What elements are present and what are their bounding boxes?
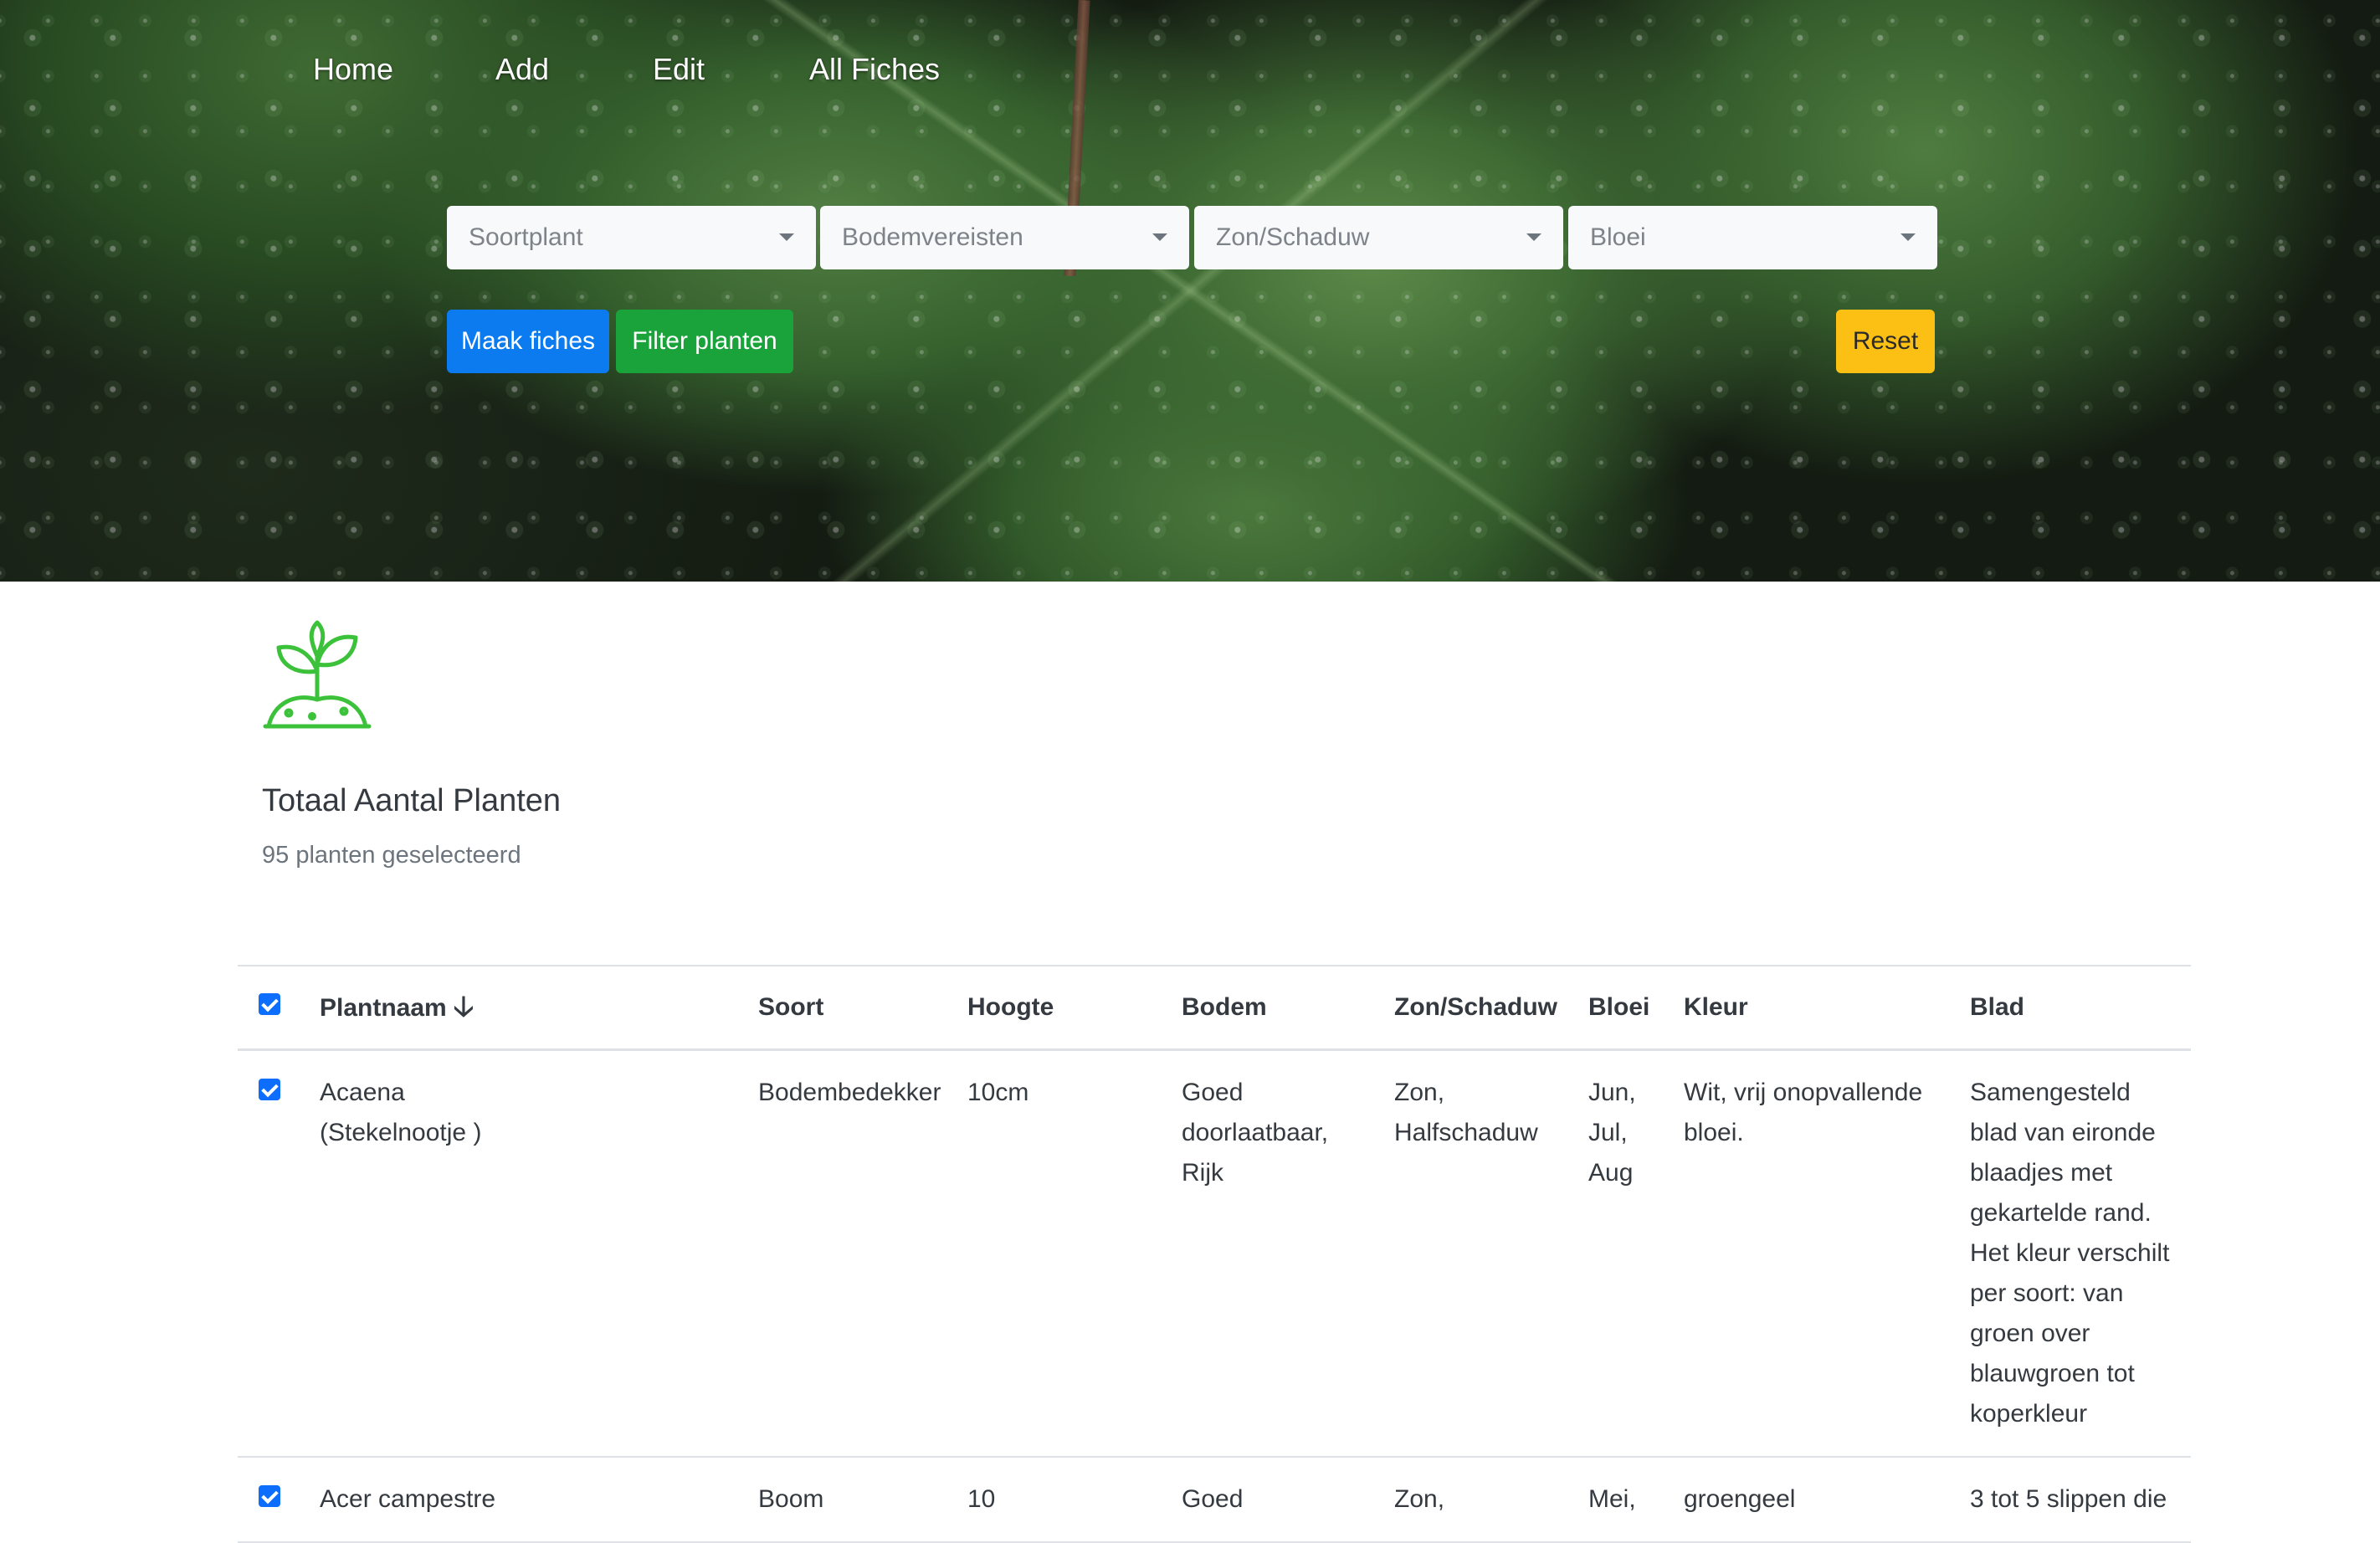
- summary-section: Totaal Aantal Planten 95 planten geselec…: [262, 619, 561, 869]
- soortplant-placeholder: Soortplant: [469, 223, 583, 251]
- row-checkbox[interactable]: [259, 1485, 280, 1507]
- row-checkbox-cell: [238, 1050, 320, 1458]
- cell-plantnaam: Acaena (Stekelnootje ): [320, 1079, 482, 1146]
- cell-bloei: Jun, Jul, Aug: [1588, 1079, 1636, 1187]
- select-all-checkbox[interactable]: [259, 993, 280, 1015]
- header-checkbox-cell: [238, 966, 320, 1050]
- header-soort[interactable]: Soort: [758, 966, 967, 1050]
- bloei-select[interactable]: Bloei: [1568, 206, 1937, 269]
- header-plantnaam[interactable]: Plantnaam 🡣: [320, 966, 758, 1050]
- cell-bodem: Goed: [1182, 1485, 1244, 1513]
- cell-kleur: groengeel: [1684, 1485, 1796, 1513]
- row-checkbox[interactable]: [259, 1079, 280, 1100]
- header-zon-schaduw[interactable]: Zon/Schaduw: [1394, 966, 1588, 1050]
- total-plants-title: Totaal Aantal Planten: [262, 783, 562, 818]
- caret-down-icon: [1900, 233, 1916, 241]
- header-bodem[interactable]: Bodem: [1182, 966, 1394, 1050]
- zon-schaduw-placeholder: Zon/Schaduw: [1216, 223, 1370, 251]
- cell-soort: Bodembedekker: [758, 1079, 941, 1106]
- reset-button[interactable]: Reset: [1836, 310, 1935, 373]
- header-kleur[interactable]: Kleur: [1684, 966, 1970, 1050]
- table-row[interactable]: Acaena (Stekelnootje ) Bodembedekker 10c…: [238, 1050, 2191, 1458]
- cell-bodem: Goed doorlaatbaar, Rijk: [1182, 1079, 1329, 1187]
- bloei-placeholder: Bloei: [1590, 223, 1646, 251]
- maak-fiches-button[interactable]: Maak fiches: [447, 310, 609, 373]
- caret-down-icon: [1526, 233, 1541, 241]
- water-drops: [0, 0, 2380, 582]
- nav-add[interactable]: Add: [495, 52, 549, 87]
- hero-banner: Home Add Edit All Fiches Soortplant Bode…: [0, 0, 2380, 582]
- cell-bloei: Mei,: [1588, 1485, 1636, 1513]
- plants-table-wrapper: Plantnaam 🡣 Soort Hoogte Bodem Zon/Schadu…: [238, 965, 2191, 1543]
- zon-schaduw-select[interactable]: Zon/Schaduw: [1194, 206, 1563, 269]
- cell-kleur: Wit, vrij onopvallende bloei.: [1684, 1079, 1923, 1146]
- bodemvereisten-placeholder: Bodemvereisten: [842, 223, 1023, 251]
- soortplant-select[interactable]: Soortplant: [447, 206, 816, 269]
- header-bloei[interactable]: Bloei: [1588, 966, 1684, 1050]
- table-row[interactable]: Acer campestre Boom 10 Goed Zon, Mei, gr…: [238, 1457, 2191, 1542]
- arrow-down-icon: 🡣: [453, 991, 474, 1023]
- cell-blad: 3 tot 5 slippen die: [1970, 1485, 2167, 1513]
- cell-hoogte: 10: [967, 1485, 996, 1513]
- header-plantnaam-label: Plantnaam: [320, 994, 447, 1022]
- sprout-icon: [263, 620, 372, 729]
- cell-zon-schaduw: Zon,: [1394, 1485, 1445, 1513]
- selected-count: 95 planten geselecteerd: [262, 842, 521, 869]
- table-header-row: Plantnaam 🡣 Soort Hoogte Bodem Zon/Schadu…: [238, 966, 2191, 1050]
- cell-hoogte: 10cm: [967, 1079, 1029, 1106]
- nav-home[interactable]: Home: [313, 52, 393, 87]
- nav-edit[interactable]: Edit: [653, 52, 705, 87]
- cell-plantnaam: Acer campestre: [320, 1485, 496, 1513]
- cell-zon-schaduw: Zon, Halfschaduw: [1394, 1079, 1538, 1146]
- row-checkbox-cell: [238, 1457, 320, 1542]
- filter-planten-button[interactable]: Filter planten: [616, 310, 793, 373]
- header-hoogte[interactable]: Hoogte: [967, 966, 1182, 1050]
- cell-soort: Boom: [758, 1485, 824, 1513]
- bodemvereisten-select[interactable]: Bodemvereisten: [820, 206, 1189, 269]
- filter-bar: Soortplant Bodemvereisten Zon/Schaduw Bl…: [447, 206, 1937, 269]
- nav-all-fiches[interactable]: All Fiches: [809, 52, 940, 87]
- caret-down-icon: [1152, 233, 1167, 241]
- plants-table: Plantnaam 🡣 Soort Hoogte Bodem Zon/Schadu…: [238, 965, 2191, 1543]
- cell-blad: Samengesteld blad van eironde blaadjes m…: [1970, 1079, 2170, 1428]
- header-blad[interactable]: Blad: [1970, 966, 2191, 1050]
- caret-down-icon: [779, 233, 794, 241]
